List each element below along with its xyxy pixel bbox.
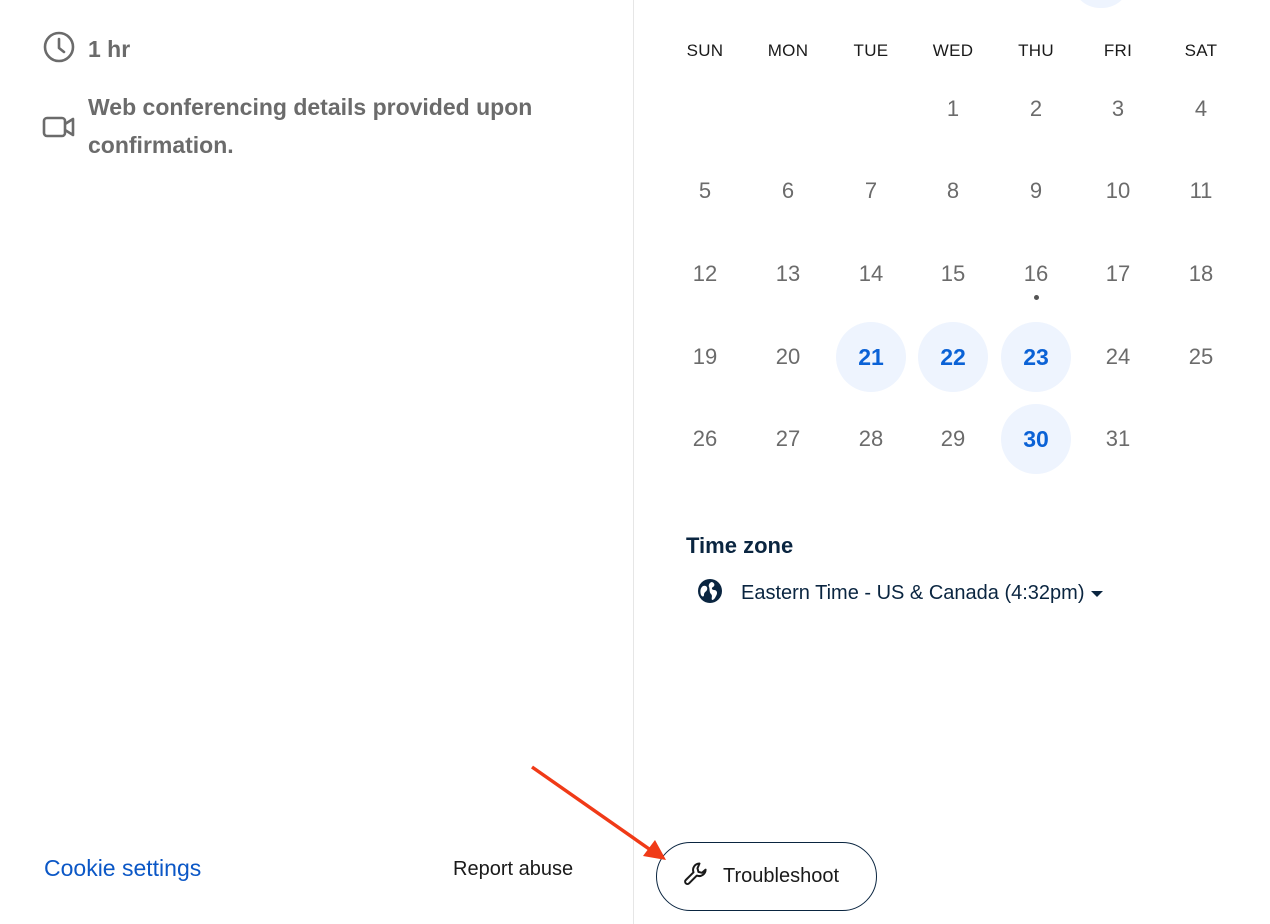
calendar-day-1: 1 xyxy=(918,74,988,144)
calendar-day-number: 30 xyxy=(1023,425,1049,452)
calendar-day-11: 11 xyxy=(1166,156,1236,226)
calendar-day-number: 16 xyxy=(1023,261,1049,286)
calendar-day-30[interactable]: 30 xyxy=(1001,404,1071,474)
weekday-tue: TUE xyxy=(853,41,889,60)
wrench-icon xyxy=(682,860,710,893)
calendar-day-number: 10 xyxy=(1105,178,1131,203)
calendar-day-8: 8 xyxy=(918,156,988,226)
clock-icon xyxy=(42,30,76,64)
weekday-sat: SAT xyxy=(1184,41,1218,60)
calendar-day-10: 10 xyxy=(1083,156,1153,226)
calendar-day-number: 1 xyxy=(946,96,960,121)
calendar-day-21[interactable]: 21 xyxy=(836,322,906,392)
troubleshoot-label: Troubleshoot xyxy=(723,865,839,887)
calendar-day-20: 20 xyxy=(753,322,823,392)
calendar-day-number: 28 xyxy=(858,426,884,451)
calendar-day-27: 27 xyxy=(753,404,823,474)
calendar-day-16: 16 xyxy=(1001,239,1071,309)
calendar-day-2: 2 xyxy=(1001,74,1071,144)
calendar-day-13: 13 xyxy=(753,239,823,309)
video-camera-icon xyxy=(42,110,76,144)
conferencing-line-2: confirmation. xyxy=(88,132,234,158)
calendar-day-number: 25 xyxy=(1188,344,1214,369)
calendar-day-number: 20 xyxy=(775,344,801,369)
troubleshoot-button[interactable]: Troubleshoot xyxy=(656,842,877,911)
calendar-day-5: 5 xyxy=(670,156,740,226)
dropdown-caret-icon xyxy=(1091,590,1104,597)
weekday-wed: WED xyxy=(932,41,974,60)
calendar-day-3: 3 xyxy=(1083,74,1153,144)
calendar-day-number: 12 xyxy=(692,261,718,286)
calendar-day-19: 19 xyxy=(670,322,740,392)
conferencing-row: Web conferencing details provided upon c… xyxy=(42,88,532,164)
calendar-day-number: 3 xyxy=(1111,96,1125,121)
calendar-day-24: 24 xyxy=(1083,322,1153,392)
calendar-day-14: 14 xyxy=(836,239,906,309)
conferencing-text: Web conferencing details provided upon c… xyxy=(88,88,532,164)
timezone-title: Time zone xyxy=(686,533,794,558)
calendar-day-number: 26 xyxy=(692,426,718,451)
calendar-day-number: 13 xyxy=(775,261,801,286)
calendar-day-18: 18 xyxy=(1166,239,1236,309)
calendar-day-number: 22 xyxy=(940,343,966,370)
calendar-day-number: 8 xyxy=(946,178,960,203)
month-nav-button[interactable] xyxy=(1072,0,1130,8)
calendar-day-number: 21 xyxy=(858,343,884,370)
weekday-fri: FRI xyxy=(1103,41,1133,60)
calendar-day-29: 29 xyxy=(918,404,988,474)
calendar-day-number: 15 xyxy=(940,261,966,286)
calendar-day-number: 27 xyxy=(775,426,801,451)
weekday-sun: SUN xyxy=(686,41,724,60)
calendar-day-number: 2 xyxy=(1029,96,1043,121)
calendar-day-28: 28 xyxy=(836,404,906,474)
calendar-day-number: 24 xyxy=(1105,344,1131,369)
duration-row: 1 hr xyxy=(42,30,130,68)
calendar-day-7: 7 xyxy=(836,156,906,226)
booking-page: 1 hr Web conferencing details provided u… xyxy=(0,0,1270,924)
calendar-day-25: 25 xyxy=(1166,322,1236,392)
timezone-label: Eastern Time - US & Canada (4:32pm) xyxy=(741,582,1085,604)
calendar-day-number: 11 xyxy=(1189,178,1213,203)
cookie-settings-link[interactable]: Cookie settings xyxy=(44,855,201,882)
duration-text: 1 hr xyxy=(88,36,131,62)
panel-divider xyxy=(633,0,634,924)
calendar-day-22[interactable]: 22 xyxy=(918,322,988,392)
conferencing-line-1: Web conferencing details provided upon xyxy=(88,94,533,120)
calendar-day-26: 26 xyxy=(670,404,740,474)
calendar-day-number: 14 xyxy=(858,261,884,286)
calendar-day-31: 31 xyxy=(1083,404,1153,474)
calendar-day-number: 7 xyxy=(864,178,878,203)
timezone-selector[interactable]: Eastern Time - US & Canada (4:32pm) xyxy=(697,578,1104,609)
weekday-mon: MON xyxy=(767,41,809,60)
calendar-day-number: 19 xyxy=(692,344,718,369)
report-abuse-link[interactable]: Report abuse xyxy=(453,858,573,881)
calendar-day-number: 4 xyxy=(1194,96,1208,121)
calendar-day-6: 6 xyxy=(753,156,823,226)
calendar-day-9: 9 xyxy=(1001,156,1071,226)
calendar-day-number: 29 xyxy=(940,426,966,451)
calendar-day-number: 6 xyxy=(781,178,795,203)
calendar-day-4: 4 xyxy=(1166,74,1236,144)
calendar-day-number: 17 xyxy=(1105,261,1131,286)
calendar-day-number: 5 xyxy=(698,178,712,203)
calendar-day-number: 9 xyxy=(1029,178,1043,203)
today-indicator-dot xyxy=(1034,295,1039,300)
globe-icon xyxy=(697,578,723,609)
calendar-day-12: 12 xyxy=(670,239,740,309)
calendar-day-23[interactable]: 23 xyxy=(1001,322,1071,392)
calendar-day-number: 23 xyxy=(1023,343,1049,370)
calendar-day-number: 18 xyxy=(1188,261,1214,286)
calendar-day-17: 17 xyxy=(1083,239,1153,309)
calendar-day-number: 31 xyxy=(1105,426,1131,451)
calendar-day-15: 15 xyxy=(918,239,988,309)
weekday-thu: THU xyxy=(1018,41,1054,60)
